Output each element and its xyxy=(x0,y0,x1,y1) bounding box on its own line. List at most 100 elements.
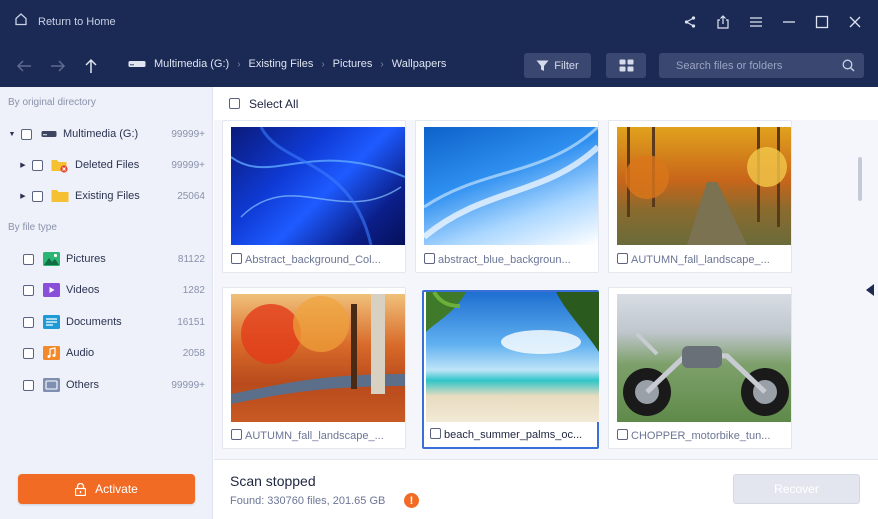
export-icon[interactable] xyxy=(712,11,734,33)
breadcrumb: Multimedia (G:) › Existing Files › Pictu… xyxy=(128,58,446,70)
item-count: 16151 xyxy=(177,316,205,328)
close-icon[interactable] xyxy=(844,11,866,33)
item-count: 2058 xyxy=(182,347,205,359)
checkbox[interactable] xyxy=(23,316,34,328)
menu-icon[interactable] xyxy=(745,11,767,33)
grid-icon xyxy=(619,59,633,72)
breadcrumb-separator: › xyxy=(321,58,325,70)
checkbox[interactable] xyxy=(23,284,34,296)
type-item-videos[interactable]: Videos 1282 xyxy=(0,279,213,301)
return-home-label: Return to Home xyxy=(38,15,116,28)
filter-button[interactable]: Filter xyxy=(524,53,591,78)
arrow-left-icon xyxy=(16,60,31,72)
item-count: 99999+ xyxy=(171,159,205,171)
expand-arrow-icon[interactable]: ▶ xyxy=(18,161,28,169)
search-input[interactable] xyxy=(659,53,839,78)
type-item-label: Others xyxy=(66,379,100,391)
filter-label: Filter xyxy=(554,59,579,72)
forward-button[interactable] xyxy=(47,55,69,77)
recover-label: Recover xyxy=(774,482,819,496)
deleted-folder-icon xyxy=(51,158,69,173)
select-all-bar: Select All xyxy=(214,87,878,120)
search-icon[interactable] xyxy=(842,59,855,77)
breadcrumb-item[interactable]: Existing Files xyxy=(249,58,314,70)
file-checkbox[interactable] xyxy=(617,429,628,440)
back-button[interactable] xyxy=(13,55,35,77)
file-checkbox[interactable] xyxy=(424,253,435,264)
file-checkbox[interactable] xyxy=(617,253,628,264)
breadcrumb-item[interactable]: Pictures xyxy=(333,58,373,70)
select-all-label[interactable]: Select All xyxy=(249,97,298,111)
file-name: abstract_blue_backgroun... xyxy=(438,254,571,266)
file-name: AUTUMN_fall_landscape_... xyxy=(245,430,384,442)
status-bar: Scan stopped Found: 330760 files, 201.65… xyxy=(214,459,878,519)
folder-icon xyxy=(51,189,69,203)
scan-status-title: Scan stopped xyxy=(230,473,316,489)
file-card[interactable]: CHOPPER_motorbike_tun... xyxy=(608,287,792,449)
file-checkbox[interactable] xyxy=(430,428,441,439)
collapse-panel-icon[interactable] xyxy=(866,284,874,296)
checkbox[interactable] xyxy=(23,253,34,265)
item-count: 99999+ xyxy=(171,128,205,140)
file-card[interactable]: AUTUMN_fall_landscape_... xyxy=(608,120,792,273)
file-card[interactable]: Abstract_background_Col... xyxy=(222,120,406,273)
breadcrumb-separator: › xyxy=(380,58,384,70)
expand-arrow-icon[interactable]: ▼ xyxy=(7,131,17,138)
others-icon xyxy=(43,378,60,392)
expand-arrow-icon[interactable]: ▶ xyxy=(18,192,28,200)
file-thumbnail xyxy=(231,127,405,245)
grid-view-button[interactable] xyxy=(606,53,646,78)
type-item-documents[interactable]: Documents 16151 xyxy=(0,311,213,333)
tree-item-multimedia[interactable]: ▼ Multimedia (G:) 99999+ xyxy=(0,123,213,145)
vertical-scrollbar-thumb[interactable] xyxy=(858,157,862,201)
file-card[interactable]: abstract_blue_backgroun... xyxy=(415,120,599,273)
type-item-label: Videos xyxy=(66,284,100,296)
file-card[interactable]: AUTUMN_fall_landscape_... xyxy=(222,287,406,449)
file-card-selected[interactable]: beach_summer_palms_oc... xyxy=(422,290,599,449)
share-icon[interactable] xyxy=(679,11,701,33)
type-item-label: Audio xyxy=(66,347,95,359)
lock-icon xyxy=(75,482,87,496)
tree-item-label: Multimedia (G:) xyxy=(63,128,139,140)
file-checkbox[interactable] xyxy=(231,429,242,440)
file-checkbox[interactable] xyxy=(231,253,242,264)
file-name: Abstract_background_Col... xyxy=(245,254,381,266)
type-item-audio[interactable]: Audio 2058 xyxy=(0,342,213,364)
select-all-checkbox[interactable] xyxy=(229,98,240,109)
activate-button[interactable]: Activate xyxy=(18,474,195,504)
drive-icon xyxy=(128,59,146,69)
tree-item-existing-files[interactable]: ▶ Existing Files 25064 xyxy=(0,185,213,207)
section-heading: By original directory xyxy=(8,97,96,108)
tree-item-label: Existing Files xyxy=(75,190,140,202)
return-home-button[interactable]: Return to Home xyxy=(14,12,116,31)
breadcrumb-separator: › xyxy=(237,58,241,70)
checkbox[interactable] xyxy=(32,159,43,171)
type-item-pictures[interactable]: Pictures 81122 xyxy=(0,248,213,270)
minimize-icon[interactable] xyxy=(778,11,800,33)
activate-label: Activate xyxy=(95,482,138,496)
home-icon xyxy=(14,12,28,31)
breadcrumb-item[interactable]: Multimedia (G:) xyxy=(154,58,229,70)
file-name: AUTUMN_fall_landscape_... xyxy=(631,254,770,266)
up-button[interactable] xyxy=(80,55,102,77)
type-item-others[interactable]: Others 99999+ xyxy=(0,374,213,396)
item-count: 81122 xyxy=(177,253,205,265)
maximize-icon[interactable] xyxy=(811,11,833,33)
breadcrumb-item[interactable]: Wallpapers xyxy=(392,58,447,70)
checkbox[interactable] xyxy=(32,190,43,202)
file-name: beach_summer_palms_oc... xyxy=(444,429,583,441)
search-box xyxy=(659,53,864,78)
tree-item-deleted-files[interactable]: ▶ Deleted Files 99999+ xyxy=(0,154,213,176)
type-item-label: Documents xyxy=(66,316,122,328)
type-item-label: Pictures xyxy=(66,253,106,265)
file-grid-area: Select All Abstract_background_Col... ab… xyxy=(214,87,878,459)
file-name: CHOPPER_motorbike_tun... xyxy=(631,430,771,442)
recover-button[interactable]: Recover xyxy=(733,474,860,504)
file-thumbnail xyxy=(426,292,599,422)
checkbox[interactable] xyxy=(23,347,34,359)
funnel-icon xyxy=(536,60,549,71)
warning-icon[interactable]: ! xyxy=(404,493,419,508)
checkbox[interactable] xyxy=(23,379,34,391)
checkbox[interactable] xyxy=(21,128,32,140)
pictures-icon xyxy=(43,252,60,266)
